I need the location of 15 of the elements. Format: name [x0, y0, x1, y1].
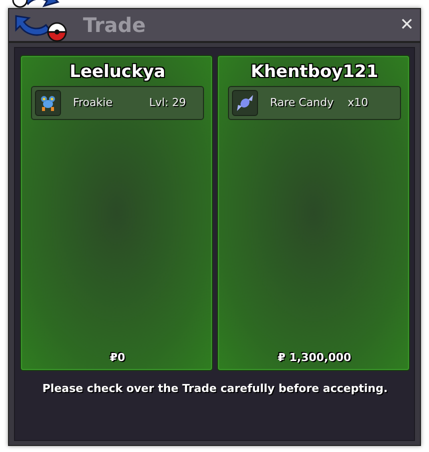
candy-icon	[235, 93, 255, 113]
frog-icon	[39, 94, 57, 112]
offer-detail: Lvl: 29	[149, 94, 186, 111]
offer-slot[interactable]: Froakie Lvl: 29	[31, 86, 204, 120]
offer-slot[interactable]: Rare Candy x10	[228, 86, 401, 120]
offer-detail: x10	[348, 94, 368, 111]
money-amount: ₽ 1,300,000	[276, 350, 352, 366]
close-button[interactable]: ✕	[398, 16, 416, 34]
player-name: Khentboy121	[250, 61, 380, 84]
offer-name: Froakie	[73, 94, 112, 111]
offer-name: Rare Candy	[270, 94, 334, 111]
notice-text: Please check over the Trade carefully before accepting.	[41, 381, 389, 397]
player-name: Leeluckya	[68, 61, 166, 84]
money-amount: ₽0	[108, 350, 126, 366]
window-title: Trade	[83, 12, 146, 39]
